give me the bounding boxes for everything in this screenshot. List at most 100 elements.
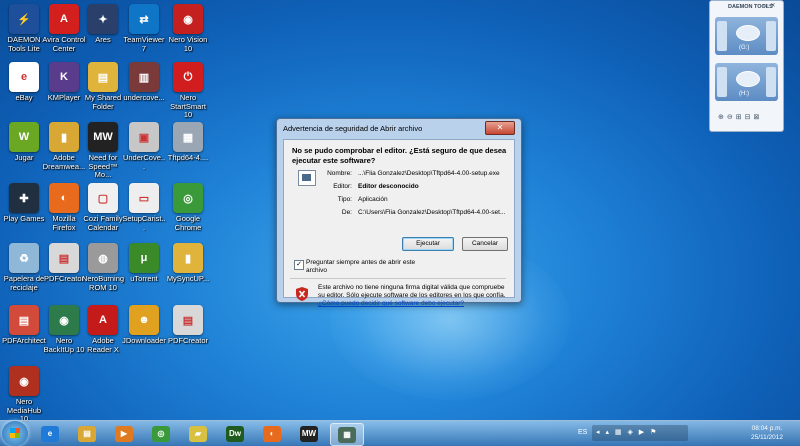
desktop-icon-label: uTorrent: [130, 274, 158, 283]
desktop-icon[interactable]: ▤ PDFCreator: [166, 305, 210, 346]
desktop-icon[interactable]: ◎ Google Chrome: [166, 183, 210, 232]
desktop-icon[interactable]: ▮ Adobe Dreamwea...: [42, 122, 86, 171]
desktop-icon[interactable]: ⚡ DAEMON Tools Lite: [2, 4, 46, 53]
drive-label: (G:): [739, 45, 750, 51]
desktop-icon[interactable]: ◍ NeroBurning ROM 10: [81, 243, 125, 292]
desktop-icon[interactable]: ◐ Mozilla Firefox: [42, 183, 86, 232]
desktop-icon[interactable]: ♻ Papelera de reciclaje: [2, 243, 46, 292]
desktop-icon[interactable]: ▣ UnderCove...: [122, 122, 166, 171]
gadget-toolbar[interactable]: ⊕⊖⊞⊟⊠: [718, 113, 762, 121]
desktop-icon-label: Papelera de reciclaje: [3, 274, 45, 292]
taskbar-app-sticky[interactable]: ▰: [182, 423, 214, 444]
chrome-icon: ◎: [152, 425, 170, 442]
taskbar-app-media-player[interactable]: ▶: [108, 423, 140, 444]
mysync-folder-icon: ▮: [173, 243, 203, 273]
desktop-icon[interactable]: ▥ undercove...: [122, 62, 166, 103]
desktop-icon-label: My Shared Folder: [84, 93, 122, 111]
dialog-title: Advertencia de seguridad de Abrir archiv…: [283, 124, 423, 133]
desktop-icon[interactable]: ▤ My Shared Folder: [81, 62, 125, 111]
gadget-controls[interactable]: ▭ ✕: [763, 2, 775, 9]
desktop-icon-label: Jugar: [14, 153, 34, 162]
desktop-icon-label: PDFCreator: [167, 336, 208, 345]
nero-backitup-icon: ◉: [49, 305, 79, 335]
desktop-icon[interactable]: ▤ PDFArchitect: [2, 305, 46, 346]
desktop-icon[interactable]: A Avira Control Center: [42, 4, 86, 53]
desktop-icon-label: MySyncUP...: [166, 274, 210, 283]
desktop-icon-label: PDFArchitect: [2, 336, 46, 345]
desktop-icon[interactable]: ⏻ Nero StartSmart 10: [166, 62, 210, 120]
desktop-icon-label: TeamViewer 7: [123, 35, 165, 53]
desktop-icon-label: KMPlayer: [47, 93, 81, 102]
help-link[interactable]: ¿Cómo puedo decidir qué software debo ej…: [318, 300, 464, 307]
desktop-icon[interactable]: ◉ Nero MediaHub 10: [2, 366, 46, 424]
dialog-titlebar[interactable]: Advertencia de seguridad de Abrir archiv…: [277, 119, 521, 137]
taskbar-app-chrome[interactable]: ◎: [145, 423, 177, 444]
desktop-icon[interactable]: ⇄ TeamViewer 7: [122, 4, 166, 53]
desktop-icon[interactable]: ▦ Tftpd64-4....: [166, 122, 210, 163]
desktop-icon[interactable]: ◉ Nero BackItUp 10: [42, 305, 86, 354]
desktop-icon[interactable]: ✚ Play Games: [2, 183, 46, 224]
desktop-icon-label: DAEMON Tools Lite: [7, 35, 41, 53]
dialog-separator: [290, 278, 506, 279]
security-warning-dialog: Advertencia de seguridad de Abrir archiv…: [276, 118, 522, 307]
drive-left-control[interactable]: [717, 21, 727, 51]
virtual-drive-h[interactable]: (H:): [715, 63, 778, 101]
desktop-icon[interactable]: ▮ MySyncUP...: [166, 243, 210, 284]
desktop-icon[interactable]: W Jugar: [2, 122, 46, 163]
desktop-icon-label: Ares: [95, 35, 111, 44]
chrome-icon: ◎: [173, 183, 203, 213]
desktop-icon[interactable]: ▭ SetupCarist...: [122, 183, 166, 232]
desktop-icon[interactable]: μ uTorrent: [122, 243, 166, 284]
daemon-tools-gadget: DAEMON TOOLS ▭ ✕ (G:) (H:) ⊕⊖⊞⊟⊠: [709, 0, 784, 132]
desktop-icon-label: Nero Vision 10: [168, 35, 208, 53]
desktop-icon-label: Need for Speed™ Mo...: [88, 153, 118, 179]
desktop-icon-label: eBay: [15, 93, 33, 102]
language-indicator[interactable]: ES: [578, 429, 587, 436]
cancel-button[interactable]: Cancelar: [462, 237, 508, 251]
desktop-icon-label: Avira Control Center: [42, 35, 86, 53]
drive-eject-control[interactable]: [766, 21, 776, 51]
start-button[interactable]: [2, 421, 28, 446]
desktop-icon[interactable]: ▤ PDFCreator: [42, 243, 86, 284]
cozi-icon: ▢: [88, 183, 118, 213]
system-tray[interactable]: ◂ ▴ ▦ ◈ ▶ ⚑: [592, 425, 688, 441]
taskbar-app-dreamweaver[interactable]: Dw: [219, 423, 251, 444]
taskbar-app-ie[interactable]: e: [34, 423, 66, 444]
clock-date: 25/11/2012: [750, 434, 784, 441]
desktop-icon-label: SetupCarist...: [122, 214, 166, 232]
desktop-icon[interactable]: K KMPlayer: [42, 62, 86, 103]
warning-text: Este archivo no tiene ninguna firma digi…: [318, 284, 506, 299]
desktop-icon[interactable]: A Adobe Reader X: [81, 305, 125, 354]
ask-always-checkbox[interactable]: ✓: [294, 260, 304, 270]
close-button[interactable]: ✕: [485, 121, 515, 135]
shared-folder-icon: ▤: [88, 62, 118, 92]
desktop-icon[interactable]: ◉ Nero Vision 10: [166, 4, 210, 53]
desktop-icon-label: Adobe Reader X: [87, 336, 119, 354]
taskbar-app-nfs[interactable]: MW: [293, 423, 325, 444]
virtual-drive-g[interactable]: (G:): [715, 17, 778, 55]
desktop-icon-label: undercove...: [123, 93, 165, 102]
taskbar-app-tftpd[interactable]: ▦: [330, 423, 364, 446]
desktop-icon-label: UnderCove...: [122, 153, 166, 171]
pdfcreator-icon: ▤: [49, 243, 79, 273]
clock[interactable]: 08:04 p.m. 25/11/2012: [740, 424, 794, 442]
desktop-icon[interactable]: MW Need for Speed™ Mo...: [81, 122, 125, 180]
adobe-reader-icon: A: [88, 305, 118, 335]
drive-left-control[interactable]: [717, 67, 727, 97]
sticky-icon: ▰: [189, 425, 207, 442]
ie-icon: e: [41, 425, 59, 442]
drive-eject-control[interactable]: [766, 67, 776, 97]
kmplayer-icon: K: [49, 62, 79, 92]
dialog-heading: No se pudo comprobar el editor. ¿Está se…: [292, 146, 507, 165]
desktop-icon[interactable]: ☻ JDownloader: [122, 305, 166, 346]
run-button[interactable]: Ejecutar: [402, 237, 454, 251]
drive-label: (H:): [739, 91, 749, 97]
disc-icon: [736, 25, 760, 41]
pdfcreator2-icon: ▤: [173, 305, 203, 335]
desktop-icon[interactable]: ✦ Ares: [81, 4, 125, 45]
desktop-icon[interactable]: ▢ Cozi Family Calendar: [81, 183, 125, 232]
taskbar-app-firefox[interactable]: ◐: [256, 423, 288, 444]
desktop-icon[interactable]: e eBay: [2, 62, 46, 103]
taskbar-app-explorer[interactable]: ▤: [71, 423, 103, 444]
nero-startsmart-icon: ⏻: [173, 62, 203, 92]
